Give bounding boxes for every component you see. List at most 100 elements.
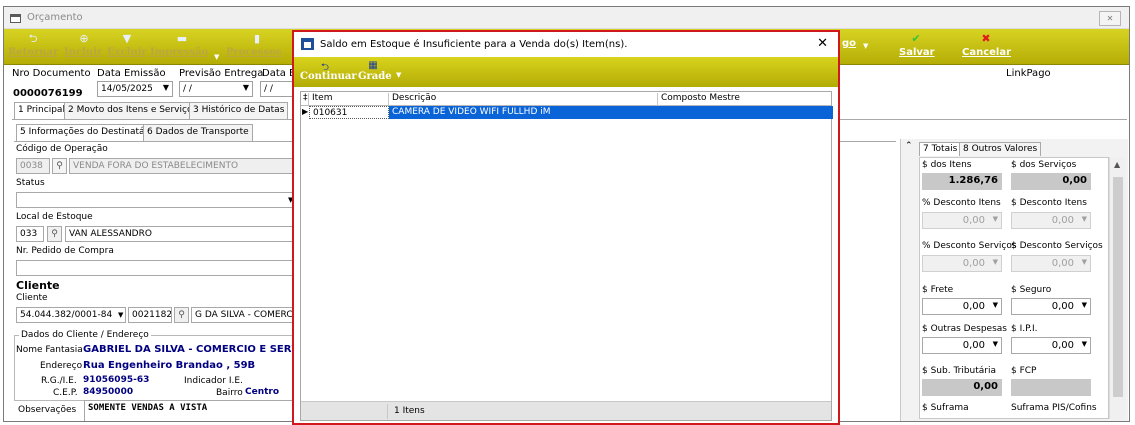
cancelar-button[interactable]: ✖ Cancelar [962, 33, 1011, 61]
seguro-field[interactable]: 0,00 ▼ [1011, 298, 1091, 315]
nr-pedido-input[interactable] [16, 260, 296, 276]
chevron-down-icon[interactable]: ▼ [118, 311, 123, 319]
grade-button[interactable]: ▦ Grade [358, 60, 392, 85]
data-emissao-field[interactable]: 14/05/2025 ▼ [97, 81, 173, 97]
col-descricao[interactable]: Descrição [389, 93, 658, 106]
grade-label: Grade [358, 71, 392, 82]
grid-footer: 1 Itens [301, 401, 831, 420]
search-icon[interactable]: ⚲ [174, 307, 189, 323]
grade-dropdown-icon[interactable]: ▼ [396, 71, 401, 79]
col-composto-mestre[interactable]: Composto Mestre [658, 93, 833, 106]
desc-serv-value: 0,00 [1051, 258, 1074, 269]
continuar-button[interactable]: ⮌ Continuar [300, 60, 357, 85]
chevron-down-icon: ▼ [1081, 215, 1087, 223]
col-item[interactable]: Item [309, 93, 389, 106]
local-estoque-code[interactable]: 033 [16, 226, 44, 242]
codigo-operacao-desc: VENDA FORA DO ESTABELECIMENTO [69, 158, 294, 174]
search-icon[interactable]: ⚲ [47, 226, 62, 242]
data-partial-field[interactable]: / / [260, 81, 296, 97]
dialog-title: Saldo em Estoque é Insuficiente para a V… [320, 39, 628, 50]
cliente-code[interactable]: 0021182 [128, 307, 172, 323]
cell-item[interactable]: 010631 [309, 106, 389, 119]
tab-totais[interactable]: 7 Totais [919, 142, 962, 156]
chevron-down-icon[interactable]: ▼ [163, 83, 169, 92]
chevron-up-icon[interactable]: ⌃ [905, 141, 913, 151]
fcp-label: $ FCP [1011, 366, 1037, 376]
totals-panel: ⌃ 7 Totais 8 Outros Valores $ dos Itens … [900, 139, 1128, 421]
status-select[interactable] [16, 192, 296, 208]
chevron-down-icon: ▼ [992, 215, 998, 223]
sub-tributaria-value: 0,00 [922, 379, 1002, 396]
tab-dados-transporte-label: 6 Dados de Transporte [147, 127, 249, 137]
frete-field[interactable]: 0,00 ▼ [922, 298, 1002, 315]
tab-outros-valores[interactable]: 8 Outros Valores [959, 142, 1042, 156]
desc-itens-value: 0,00 [1051, 215, 1074, 226]
incluir-button[interactable]: ⊕ Incluir [64, 33, 104, 61]
table-row[interactable]: ▶ 010631 CAMERA DE VIDEO WIFI FULLHD iM [301, 106, 833, 119]
tab-dados-transporte[interactable]: 6 Dados de Transporte [143, 124, 253, 141]
close-icon[interactable]: ✕ [1099, 11, 1121, 26]
chevron-down-icon: ▼ [992, 258, 998, 266]
endereco-value: Rua Engenheiro Brandao , 59B [83, 360, 256, 371]
window-icon [10, 14, 21, 23]
totals-scrollbar[interactable]: ▲ [1109, 157, 1126, 419]
retornar-button[interactable]: ⮌ Retornar [8, 33, 58, 61]
tab-historico-datas-label: 3 Histórico de Datas [193, 105, 285, 115]
desc-serv-label: $ Desconto Serviços [1011, 241, 1103, 251]
impressao-dropdown-icon[interactable]: ▼ [214, 53, 219, 61]
salvar-button[interactable]: ✔ Salvar [899, 32, 935, 61]
tab-principal[interactable]: 1 Principal [14, 102, 69, 119]
cell-composto[interactable] [658, 106, 833, 119]
add-icon: ⊕ [79, 32, 89, 45]
outras-despesas-field[interactable]: 0,00 ▼ [922, 337, 1002, 354]
cep-label: C.E.P. [53, 388, 78, 398]
chevron-down-icon[interactable]: ▼ [1082, 340, 1087, 348]
excluir-button[interactable]: ▼ Excluir [107, 33, 147, 61]
frete-label: $ Frete [922, 285, 954, 295]
chevron-down-icon[interactable]: ▼ [993, 301, 998, 309]
gears-icon: ▮ [253, 32, 261, 45]
nro-documento-value: 0000076199 [13, 88, 83, 99]
tab-movto-itens[interactable]: 2 Movto dos Itens e Serviços [64, 102, 202, 119]
observacoes-textarea[interactable]: SOMENTE VENDAS A VISTA [84, 400, 299, 421]
indicador-ie-label: Indicador I.E. [184, 376, 243, 386]
chevron-up-icon[interactable]: ▲ [1114, 160, 1120, 169]
status-label: Status [16, 178, 45, 188]
chevron-down-icon[interactable]: ▼ [993, 340, 998, 348]
rg-ie-value: 91056095-63 [83, 375, 150, 385]
tab-info-destinatario[interactable]: 5 Informações do Destinatário [16, 124, 161, 141]
tab-historico-datas[interactable]: 3 Histórico de Datas [189, 102, 289, 119]
chevron-down-icon[interactable]: ▼ [1082, 301, 1087, 309]
tab-outros-valores-label: 8 Outros Valores [963, 144, 1038, 154]
chevron-down-icon[interactable]: ▼ [243, 83, 249, 92]
previsao-entrega-label: Previsão Entrega [179, 68, 264, 79]
impressao-button[interactable]: ▬ Impressão [150, 33, 214, 61]
bairro-label: Bairro [216, 388, 243, 398]
cliente-cnpj-select[interactable]: 54.044.382/0001-84 [16, 307, 126, 323]
cliente-name: G DA SILVA - COMERCI [191, 307, 296, 323]
tab-principal-label: 1 Principal [18, 105, 65, 115]
endereco-label: Endereço [40, 361, 83, 371]
search-icon[interactable]: ⚲ [52, 158, 67, 174]
data-emissao-label: Data Emissão [97, 68, 166, 79]
check-icon: ✔ [911, 32, 921, 45]
trash-icon: ▼ [122, 32, 132, 45]
codigo-operacao-code[interactable]: 0038 [16, 158, 50, 174]
window-title: Orçamento [27, 12, 83, 23]
local-estoque-label: Local de Estoque [16, 212, 93, 222]
cep-value: 84950000 [83, 387, 134, 397]
processos-button[interactable]: ▮ Processos [226, 33, 288, 61]
chevron-down-icon: ▼ [1081, 258, 1087, 266]
dos-itens-value: 1.286,76 [922, 173, 1002, 190]
previsao-entrega-field[interactable]: / / ▼ [179, 81, 253, 97]
pagamento-button[interactable]: go [842, 33, 860, 61]
cell-descricao[interactable]: CAMERA DE VIDEO WIFI FULLHD iM [389, 106, 658, 119]
suframa-label: $ Suframa [922, 403, 969, 413]
item-count: 1 Itens [387, 404, 827, 419]
scrollbar-thumb[interactable] [1113, 177, 1123, 397]
desc-itens-field: 0,00 ▼ [1011, 212, 1091, 229]
close-icon[interactable]: ✕ [817, 36, 828, 51]
observacoes-label: Observações [18, 405, 77, 415]
pagamento-dropdown-icon[interactable]: ▼ [863, 42, 868, 50]
ipi-field[interactable]: 0,00 ▼ [1011, 337, 1091, 354]
